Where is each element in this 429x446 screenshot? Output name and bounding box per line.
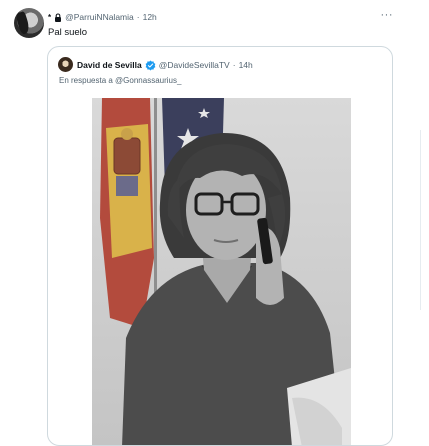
timestamp[interactable]: 12h xyxy=(143,12,157,22)
reply-handle[interactable]: @Gonnassaurius_ xyxy=(115,76,181,85)
more-options-icon[interactable]: ··· xyxy=(381,9,394,21)
quoted-avatar[interactable] xyxy=(58,57,73,72)
quoted-separator: · xyxy=(232,60,236,70)
tweet[interactable]: * @ParruiNNalamia · 12h ··· Pal suelo Da… xyxy=(0,0,429,446)
quoted-photo[interactable] xyxy=(92,98,351,445)
display-name[interactable]: * xyxy=(48,13,51,22)
quoted-timestamp[interactable]: 14h xyxy=(239,60,253,70)
reply-context: En respuesta a @Gonnassaurius_ xyxy=(59,76,181,85)
tweet-text: Pal suelo xyxy=(48,27,88,38)
reply-prefix: En respuesta a xyxy=(59,76,113,85)
quoted-display-name[interactable]: David de Sevilla xyxy=(77,60,142,70)
verified-badge-icon xyxy=(145,60,156,70)
user-handle[interactable]: @ParruiNNalamia xyxy=(65,12,134,22)
separator: · xyxy=(136,12,140,22)
divider xyxy=(420,130,421,310)
quoted-header: David de Sevilla @DavideSevillaTV · 14h xyxy=(77,58,253,72)
lock-icon xyxy=(55,12,62,22)
avatar[interactable] xyxy=(14,8,44,38)
quoted-handle[interactable]: @DavideSevillaTV xyxy=(159,60,230,70)
tweet-header: * @ParruiNNalamia · 12h xyxy=(48,10,157,24)
photo-illustration xyxy=(92,98,351,445)
quoted-tweet[interactable]: David de Sevilla @DavideSevillaTV · 14h … xyxy=(47,46,393,446)
